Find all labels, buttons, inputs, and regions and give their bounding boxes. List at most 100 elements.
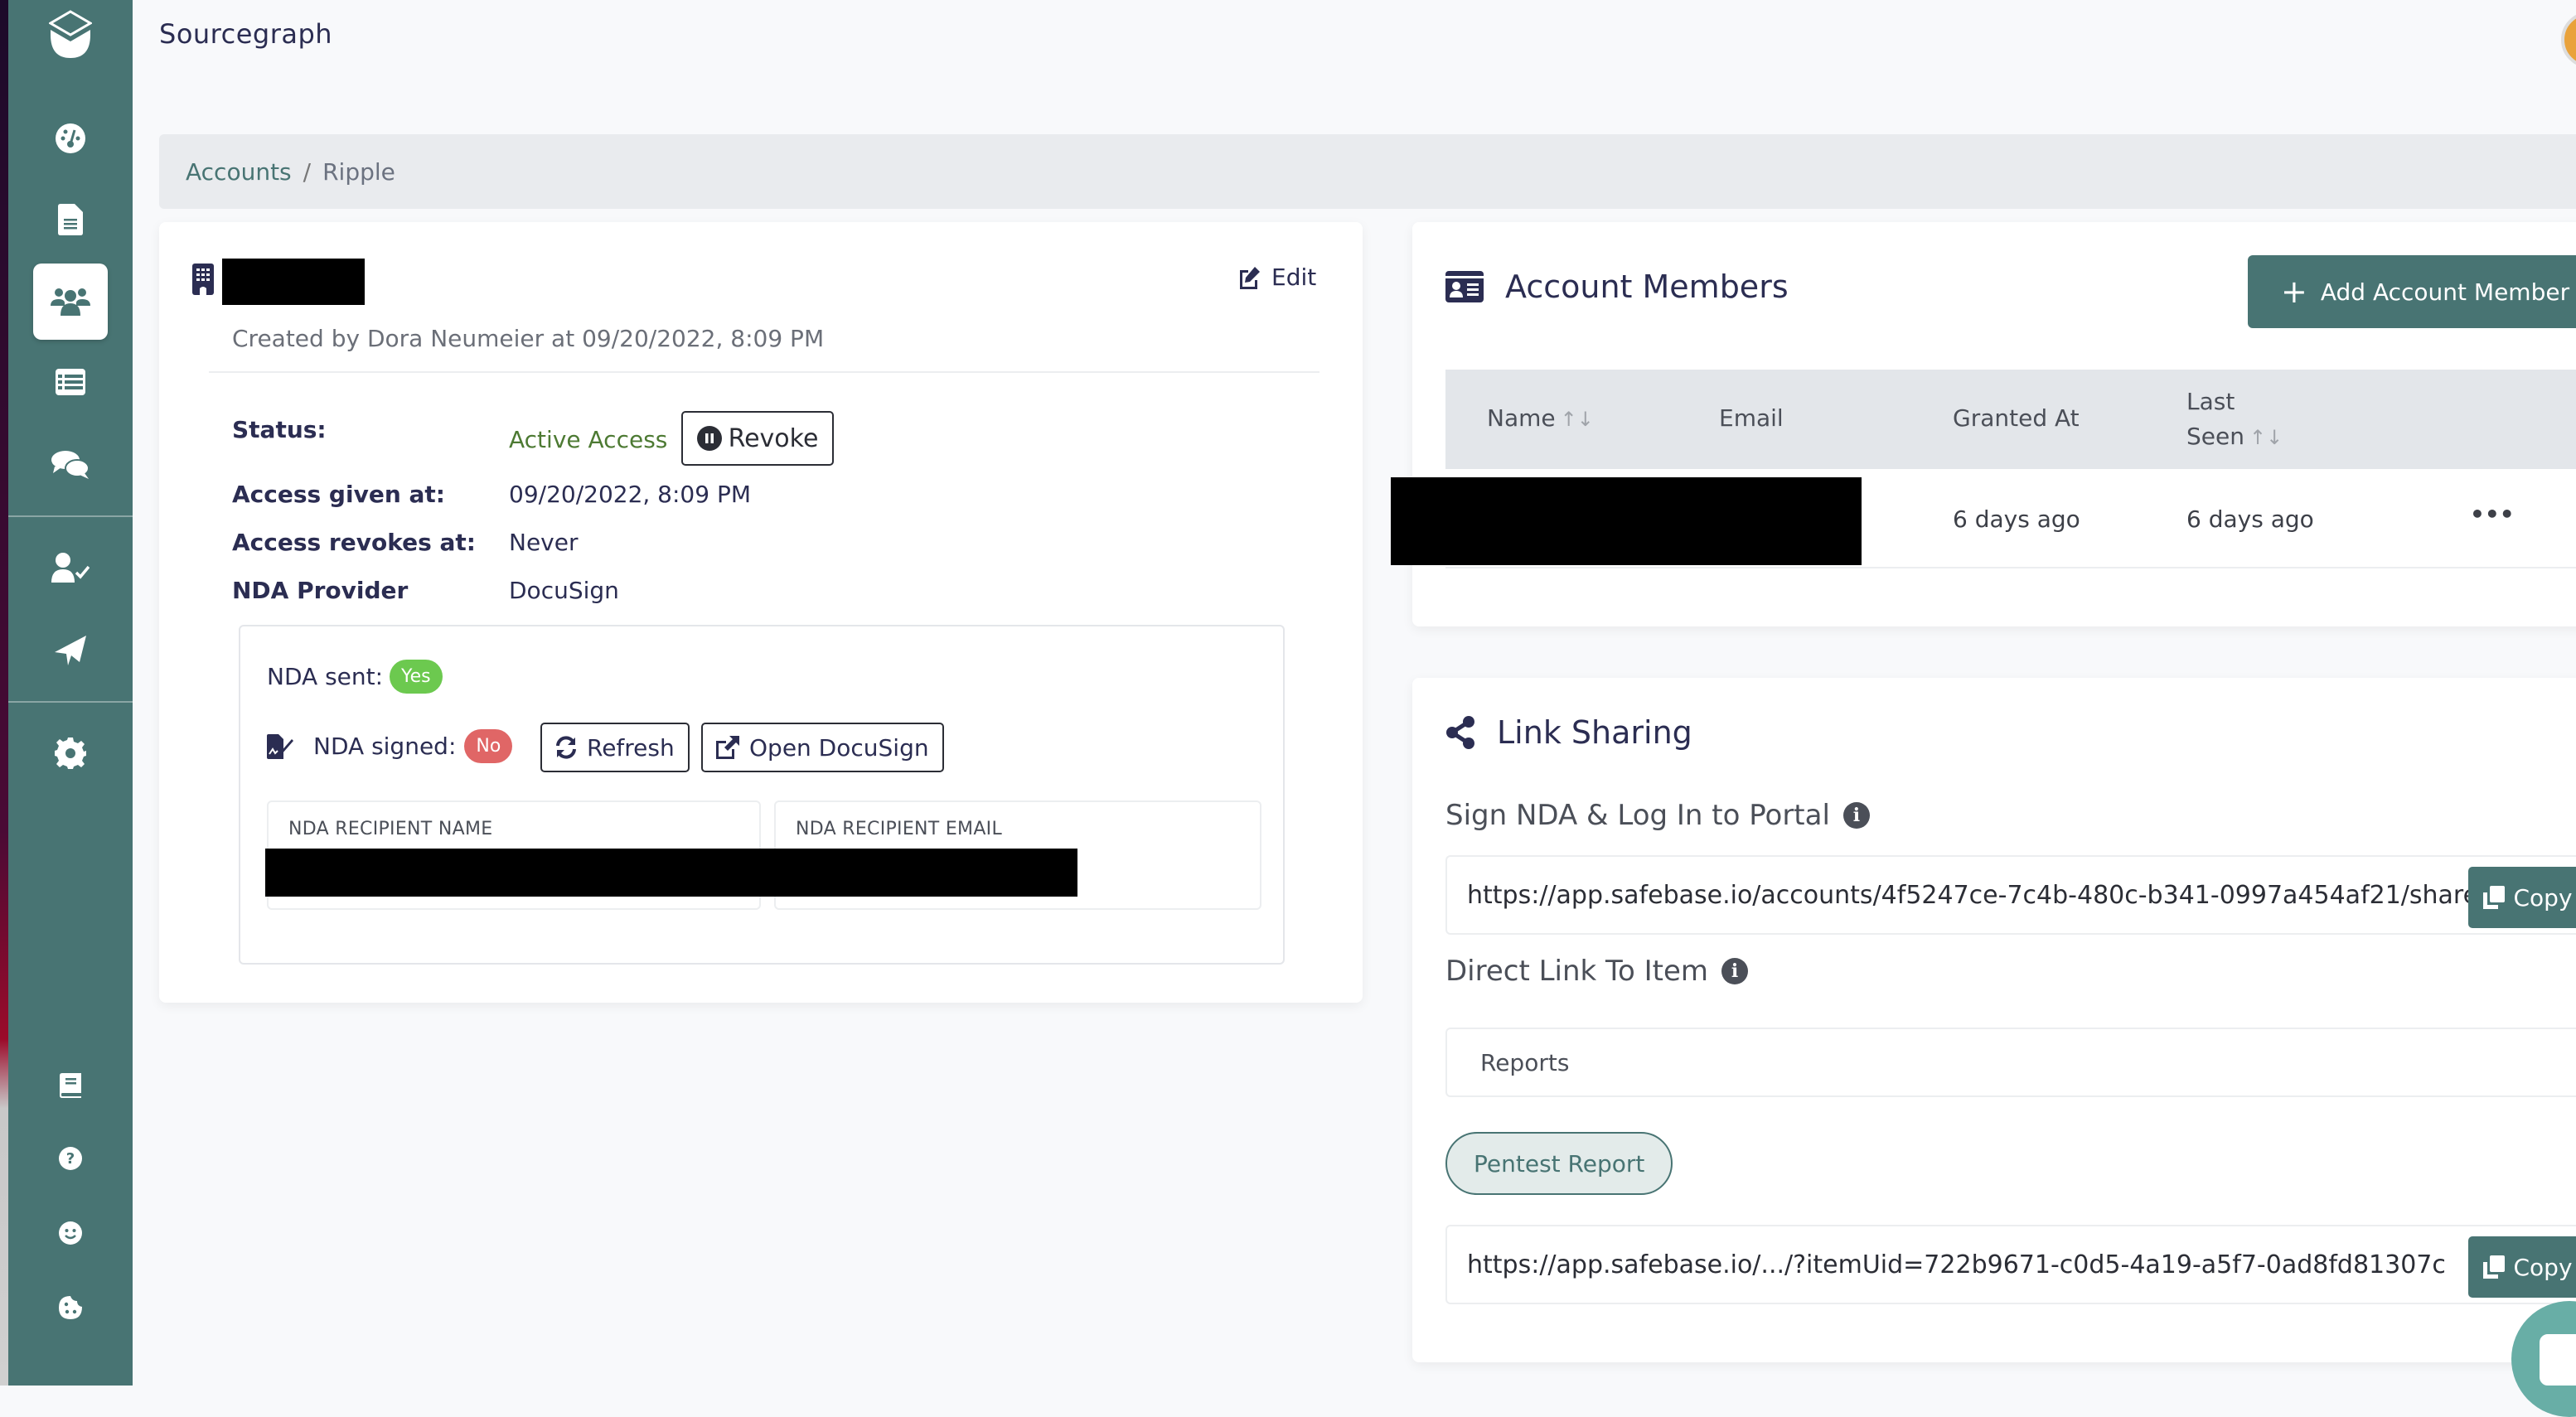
item-type-select-value: Reports (1480, 1048, 1570, 1076)
nda-recipient-email-label: NDA RECIPIENT EMAIL (796, 819, 1003, 839)
list-icon[interactable] (8, 361, 133, 403)
sidebar-divider (8, 515, 133, 517)
copy-icon (2483, 1255, 2506, 1279)
nda-recipient-redacted (265, 849, 1077, 897)
copy-label: Copy (2513, 883, 2573, 912)
access-given-value: 09/20/2022, 8:09 PM (509, 481, 752, 508)
portal-url-value: https://app.safebase.io/accounts/4f5247c… (1467, 880, 2479, 910)
sort-icon: ↑↓ (1560, 408, 1594, 431)
nda-status-box: NDA sent: Yes NDA signed: No Refresh Ope… (239, 625, 1285, 965)
copy-item-url-button[interactable]: Copy (2468, 1236, 2576, 1298)
info-icon[interactable]: i (1842, 802, 1870, 829)
member-last-seen: 6 days ago (2186, 505, 2314, 533)
item-type-select[interactable]: Reports ⌄ (1445, 1028, 2576, 1097)
info-icon[interactable]: i (1721, 958, 1749, 984)
smile-icon[interactable] (8, 1216, 133, 1250)
breadcrumb-accounts-link[interactable]: Accounts (186, 158, 292, 186)
nda-signed-label: NDA signed: (313, 733, 457, 760)
file-icon[interactable] (8, 199, 133, 240)
plus-icon: + (2281, 273, 2307, 310)
svg-text:?: ? (66, 1150, 75, 1168)
revoke-label: Revoke (728, 423, 819, 453)
access-revokes-label: Access revokes at: (232, 529, 476, 556)
chevron-down-icon: ⌄ (2573, 1049, 2576, 1072)
members-table-header: Name ↑↓ Email Granted At Last Seen ↑↓ (1445, 370, 2576, 469)
cookie-icon[interactable] (8, 1291, 133, 1324)
edit-button[interactable]: Edit (1237, 264, 1316, 291)
portal-link-label: Sign NDA & Log In to Portal i (1445, 799, 1870, 832)
breadcrumb-separator: / (303, 157, 312, 186)
nda-sent-row: NDA sent: Yes (267, 660, 443, 694)
status-label: Status: (232, 416, 327, 443)
link-sharing-heading: Link Sharing (1445, 714, 1692, 751)
member-name-email-redacted (1391, 477, 1862, 565)
row-actions-menu-icon[interactable]: ••• (2470, 501, 2515, 528)
account-name-redacted (222, 259, 365, 305)
revoke-button[interactable]: Revoke (681, 411, 834, 466)
building-icon (192, 264, 214, 295)
column-name[interactable]: Name ↑↓ (1487, 404, 1594, 432)
status-value: Active Access (509, 426, 668, 453)
account-members-card: Account Members + Add Account Member Nam… (1391, 222, 2576, 626)
row-divider (1445, 567, 2576, 568)
link-sharing-title: Link Sharing (1497, 714, 1692, 751)
link-sharing-card: Link Sharing Sign NDA & Log In to Portal… (1412, 678, 2576, 1362)
add-account-member-label: Add Account Member (2320, 278, 2570, 306)
item-url-field[interactable]: https://app.safebase.io/.../?itemUid=722… (1445, 1225, 2576, 1304)
access-revokes-value: Never (509, 529, 579, 556)
column-email: Email (1719, 404, 1784, 432)
sidebar-item-accounts[interactable] (33, 264, 108, 340)
column-granted-at: Granted At (1953, 404, 2080, 432)
nda-sent-label: NDA sent: (267, 663, 384, 690)
breadcrumb-current: Ripple (322, 157, 395, 186)
portal-url-field[interactable]: https://app.safebase.io/accounts/4f5247c… (1445, 855, 2576, 935)
nda-signed-row: NDA signed: No (267, 729, 513, 763)
breadcrumb: Accounts / Ripple (159, 134, 2576, 209)
sync-icon (556, 736, 576, 759)
copy-icon (2483, 886, 2506, 909)
user-check-icon[interactable] (8, 547, 133, 588)
account-members-title: Account Members (1505, 268, 1789, 305)
member-granted-at: 6 days ago (1953, 505, 2080, 533)
pause-circle-icon (696, 426, 722, 451)
paper-plane-icon[interactable] (8, 630, 133, 671)
share-icon (1446, 716, 1474, 749)
column-last-seen[interactable]: Last Seen ↑↓ (2186, 384, 2283, 455)
external-link-icon (716, 736, 739, 759)
edit-label: Edit (1271, 264, 1317, 291)
access-given-label: Access given at: (232, 481, 445, 508)
account-members-heading: Account Members (1445, 268, 1789, 305)
comments-icon[interactable] (8, 444, 133, 486)
sidebar-divider (8, 701, 133, 703)
file-signature-icon (267, 733, 293, 759)
divider (209, 371, 1319, 373)
refresh-label: Refresh (587, 733, 675, 762)
layers-logo-icon[interactable] (8, 5, 133, 65)
nda-provider-value: DocuSign (509, 577, 619, 604)
created-by-text: Created by Dora Neumeier at 09/20/2022, … (232, 325, 825, 352)
book-icon[interactable] (8, 1069, 133, 1102)
pentest-report-chip[interactable]: Pentest Report (1445, 1132, 1673, 1195)
nda-signed-badge: No (464, 729, 513, 763)
edit-icon (1240, 266, 1260, 289)
copy-portal-url-button[interactable]: Copy (2468, 867, 2576, 928)
nda-provider-label: NDA Provider (232, 577, 409, 604)
users-icon (51, 288, 90, 316)
open-docusign-label: Open DocuSign (749, 733, 929, 762)
open-docusign-button[interactable]: Open DocuSign (701, 723, 944, 772)
add-account-member-button[interactable]: + Add Account Member (2248, 255, 2576, 328)
copy-label: Copy (2513, 1253, 2573, 1281)
tachometer-icon[interactable] (8, 118, 133, 159)
nda-recipient-name-label: NDA RECIPIENT NAME (288, 819, 493, 839)
nda-sent-badge: Yes (390, 660, 443, 694)
refresh-button[interactable]: Refresh (540, 723, 690, 772)
item-url-value: https://app.safebase.io/.../?itemUid=722… (1467, 1250, 2446, 1279)
window-edge (0, 0, 8, 1386)
gear-icon[interactable] (8, 733, 133, 774)
user-avatar[interactable] (2561, 12, 2576, 68)
direct-link-label: Direct Link To Item i (1445, 955, 1749, 988)
account-details-card: Edit Created by Dora Neumeier at 09/20/2… (159, 222, 1363, 1003)
question-circle-icon[interactable]: ? (8, 1142, 133, 1175)
sidebar: ? (8, 0, 133, 1386)
id-card-icon (1445, 271, 1484, 302)
